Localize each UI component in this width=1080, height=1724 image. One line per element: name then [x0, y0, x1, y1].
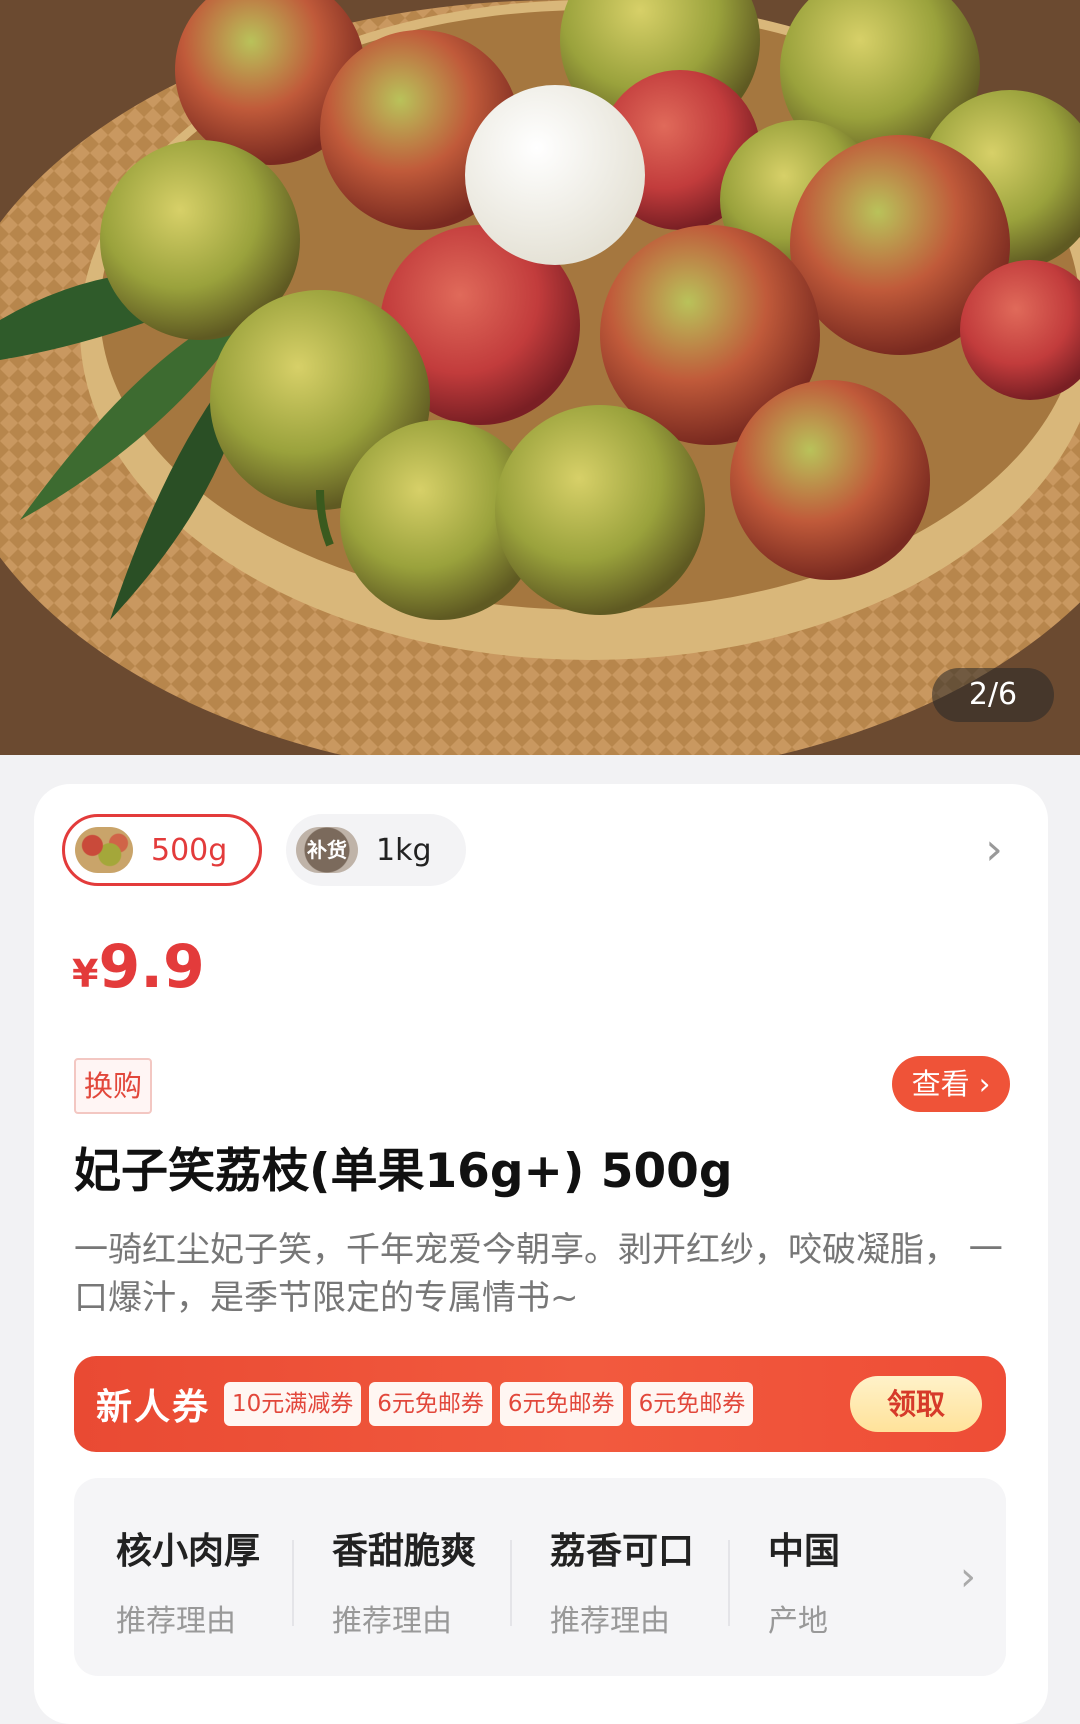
- feature-item: 荔香可口 推荐理由: [512, 1478, 730, 1676]
- exchange-tag: 换购: [74, 1058, 153, 1114]
- price-value: 9.9: [98, 932, 205, 1002]
- feature-subtitle: 推荐理由: [550, 1604, 670, 1639]
- spec-label: 500g: [151, 832, 228, 868]
- coupon-heading: 新人券: [96, 1387, 211, 1428]
- gallery-pager: 2/6: [932, 668, 1054, 722]
- feature-item: 核小肉厚 推荐理由: [74, 1478, 294, 1676]
- spec-option-500g[interactable]: 500g: [62, 814, 262, 886]
- coupon-chip: 10元满减券: [224, 1382, 362, 1426]
- feature-title: 荔香可口: [550, 1531, 695, 1572]
- new-user-coupon-banner[interactable]: 新人券 10元满减券 6元免邮券 6元免邮券 6元免邮券 领取: [74, 1356, 1006, 1452]
- product-title: 妃子笑荔枝(单果16g+) 500g: [74, 1144, 733, 1199]
- feature-title: 核小肉厚: [116, 1531, 261, 1572]
- coupon-chip: 6元免邮券: [630, 1382, 754, 1426]
- spec-label: 1kg: [376, 832, 432, 868]
- spec-thumbnail: [75, 827, 133, 873]
- coupon-chip: 6元免邮券: [499, 1382, 623, 1426]
- price: ¥9.9: [72, 932, 205, 1002]
- product-info-card: 500g 补货 1kg › ¥9.9 换购 查看 › 妃子笑荔枝(单果16g+)…: [34, 784, 1048, 1724]
- restock-badge: 补货: [296, 827, 358, 873]
- feature-item: 中国 产地: [730, 1478, 930, 1676]
- product-image-gallery[interactable]: 2/6: [0, 0, 1080, 755]
- feature-subtitle: 推荐理由: [332, 1604, 452, 1639]
- coupon-chip: 6元免邮券: [369, 1382, 492, 1426]
- spec-selector: 500g 补货 1kg ›: [62, 814, 1020, 890]
- view-button-label: 查看: [911, 1067, 970, 1101]
- feature-highlights[interactable]: 核小肉厚 推荐理由 香甜脆爽 推荐理由 荔香可口 推荐理由 中国 产地 ›: [74, 1478, 1006, 1676]
- claim-coupon-button[interactable]: 领取: [850, 1376, 982, 1432]
- feature-subtitle: 推荐理由: [116, 1604, 236, 1639]
- currency-symbol: ¥: [72, 952, 99, 996]
- feature-item: 香甜脆爽 推荐理由: [294, 1478, 512, 1676]
- product-description: 一骑红尘妃子笑，千年宠爱今朝享。剥开红纱，咬破凝脂， 一口爆汁，是季节限定的专属…: [74, 1230, 1003, 1318]
- feature-subtitle: 产地: [768, 1604, 828, 1639]
- view-button[interactable]: 查看 ›: [892, 1056, 1010, 1112]
- chevron-right-icon[interactable]: ›: [930, 1478, 1006, 1676]
- chevron-right-icon[interactable]: ›: [974, 826, 1014, 874]
- feature-title: 中国: [768, 1531, 841, 1572]
- lychee-photo: [0, 0, 1080, 755]
- feature-title: 香甜脆爽: [332, 1531, 477, 1572]
- spec-option-1kg[interactable]: 补货 1kg: [286, 814, 466, 886]
